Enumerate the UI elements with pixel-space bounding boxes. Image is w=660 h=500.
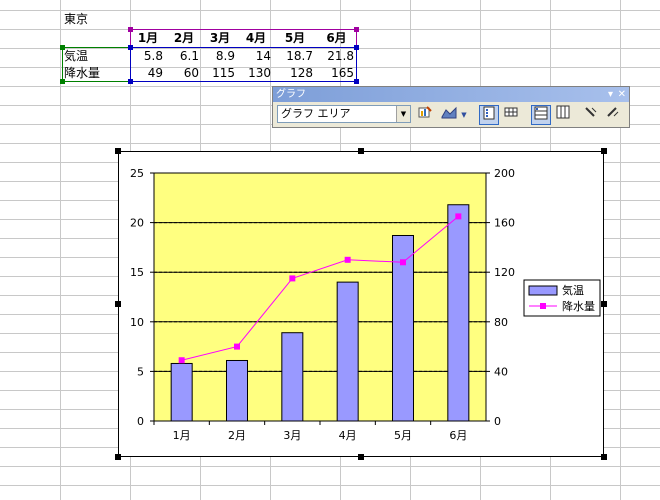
chart-element-select[interactable]: グラフ エリア ▼ bbox=[277, 105, 411, 123]
by-column-icon[interactable] bbox=[553, 105, 573, 125]
toolbar-menu-arrow-icon[interactable]: ▾ bbox=[608, 87, 613, 102]
bar-気温[interactable] bbox=[447, 204, 470, 422]
left-axis-tick-label: 0 bbox=[137, 415, 144, 428]
legend-swatch-marker bbox=[540, 303, 546, 309]
line-point-降水量[interactable] bbox=[344, 256, 351, 263]
line-point-降水量[interactable] bbox=[178, 357, 185, 364]
right-axis-tick-label: 40 bbox=[494, 365, 508, 378]
angle-text-up-icon[interactable] bbox=[603, 105, 623, 125]
left-axis-tick-label: 15 bbox=[130, 266, 144, 279]
range-handle[interactable] bbox=[128, 27, 133, 32]
bar-気温[interactable] bbox=[170, 362, 193, 422]
chart-resize-handle[interactable] bbox=[115, 148, 121, 154]
chart-toolbar[interactable]: グラフ ▾ ✕ グラフ エリア ▼ ▼ bbox=[272, 86, 630, 128]
bar-気温[interactable] bbox=[281, 332, 304, 422]
range-handle[interactable] bbox=[354, 27, 359, 32]
line-point-降水量[interactable] bbox=[234, 343, 240, 350]
x-axis-tick-label: 3月 bbox=[283, 429, 301, 442]
x-axis-tick-label: 4月 bbox=[339, 429, 357, 442]
chart-resize-handle[interactable] bbox=[115, 454, 121, 460]
format-chart-area-icon[interactable] bbox=[415, 105, 435, 125]
sheet-title-cell[interactable]: 東京 bbox=[64, 10, 124, 29]
chart-resize-handle[interactable] bbox=[601, 454, 607, 460]
chart-svg[interactable]: 0 5 10 15 20 25 0 40 80 120 160 200 1月 2月 3月 4月 5月 6月 気温降水… bbox=[119, 152, 603, 456]
range-handle[interactable] bbox=[354, 79, 359, 84]
toolbar-close-icon[interactable]: ✕ bbox=[618, 87, 626, 102]
left-axis-tick-label: 10 bbox=[130, 316, 144, 329]
x-axis-tick-label: 6月 bbox=[449, 429, 467, 442]
legend-label-bar: 気温 bbox=[562, 283, 584, 297]
chart-resize-handle[interactable] bbox=[115, 301, 121, 307]
left-axis-tick-label: 5 bbox=[137, 365, 144, 378]
right-axis-tick-label: 160 bbox=[494, 217, 515, 230]
value-range-outline bbox=[130, 47, 357, 82]
label-range-outline bbox=[62, 47, 131, 82]
category-range-outline bbox=[130, 29, 357, 48]
x-axis-tick-label: 1月 bbox=[173, 429, 191, 442]
range-handle[interactable] bbox=[128, 79, 133, 84]
range-handle[interactable] bbox=[60, 45, 65, 50]
toolbar-title: グラフ bbox=[276, 89, 306, 100]
select-dropdown-arrow-icon[interactable]: ▼ bbox=[396, 106, 410, 122]
chart-resize-handle[interactable] bbox=[358, 454, 364, 460]
chart-type-icon[interactable] bbox=[439, 105, 459, 125]
left-axis-tick-label: 25 bbox=[130, 167, 144, 180]
chart-resize-handle[interactable] bbox=[601, 148, 607, 154]
range-handle[interactable] bbox=[60, 79, 65, 84]
legend-icon[interactable] bbox=[479, 105, 499, 125]
by-row-icon[interactable] bbox=[531, 105, 551, 125]
bar-気温[interactable] bbox=[336, 281, 359, 422]
left-axis-tick-label: 20 bbox=[130, 217, 144, 230]
chart-element-select-value: グラフ エリア bbox=[281, 107, 351, 120]
angle-text-down-icon[interactable] bbox=[581, 105, 601, 125]
x-axis-tick-label: 2月 bbox=[228, 429, 246, 442]
right-axis-tick-label: 200 bbox=[494, 167, 515, 180]
chart-area[interactable]: 0 5 10 15 20 25 0 40 80 120 160 200 1月 2月 3月 4月 5月 6月 気温降水… bbox=[118, 151, 604, 457]
legend-label-line: 降水量 bbox=[562, 299, 595, 313]
line-point-降水量[interactable] bbox=[400, 259, 406, 266]
range-handle[interactable] bbox=[128, 45, 133, 50]
toolbar-title-bar[interactable]: グラフ ▾ ✕ bbox=[273, 87, 629, 102]
right-axis-tick-label: 120 bbox=[494, 266, 515, 279]
legend-swatch-bar bbox=[528, 285, 558, 296]
right-axis-tick-label: 80 bbox=[494, 316, 508, 329]
right-axis-tick-label: 0 bbox=[494, 415, 501, 428]
line-point-降水量[interactable] bbox=[455, 213, 462, 220]
data-table-icon[interactable] bbox=[501, 105, 521, 125]
chart-resize-handle[interactable] bbox=[358, 148, 364, 154]
plot-area[interactable] bbox=[153, 172, 487, 422]
line-point-降水量[interactable] bbox=[289, 275, 296, 282]
chart-resize-handle[interactable] bbox=[601, 301, 607, 307]
range-handle[interactable] bbox=[354, 45, 359, 50]
chart-type-dropdown-icon[interactable]: ▼ bbox=[459, 105, 469, 125]
bar-気温[interactable] bbox=[226, 359, 248, 422]
x-axis-tick-label: 5月 bbox=[394, 429, 412, 442]
